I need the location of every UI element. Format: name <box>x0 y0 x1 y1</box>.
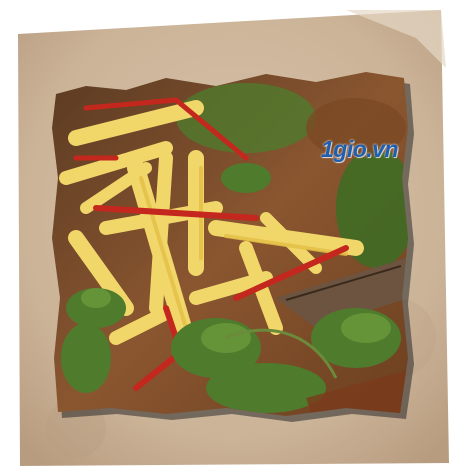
watermark-logo: 1gio.vn <box>321 136 399 162</box>
salad-photo <box>52 72 408 416</box>
aged-paper-card: 1gio.vn <box>16 8 452 468</box>
aged-paper-illustration <box>18 10 449 466</box>
